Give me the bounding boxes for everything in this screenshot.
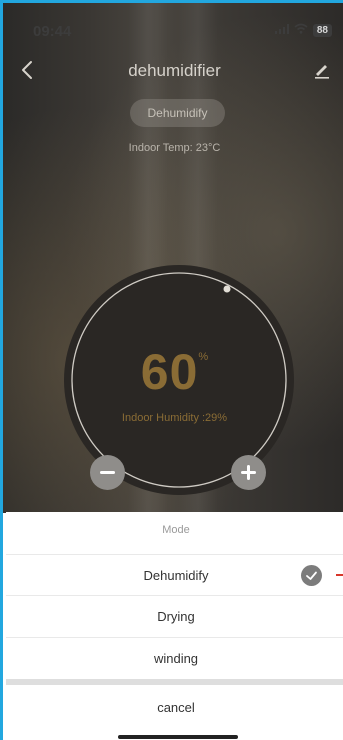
edit-pencil-icon[interactable] — [313, 61, 331, 79]
status-icons: 88 — [274, 23, 332, 37]
sheet-title: Mode — [162, 524, 190, 536]
app-frame: 09:44 88 dehumidifier Dehumidify Indoor … — [0, 0, 343, 740]
humidity-value: 60 — [140, 344, 199, 400]
cancel-button[interactable]: cancel — [6, 685, 343, 730]
mode-option-winding[interactable]: winding — [6, 637, 343, 679]
mode-option-label: winding — [153, 651, 199, 666]
indoor-humidity-label: Indoor Humidity :29% — [121, 412, 228, 424]
home-indicator[interactable] — [118, 735, 238, 739]
signal-icon — [274, 23, 289, 37]
mode-action-sheet: Mode Dehumidify Drying winding cancel — [6, 512, 343, 740]
indoor-temp-label: Indoor Temp: 23°C — [128, 142, 221, 154]
page-title: dehumidifier — [128, 61, 221, 80]
plus-button[interactable] — [231, 455, 266, 490]
minus-button[interactable] — [90, 455, 125, 490]
wifi-icon — [294, 23, 308, 37]
status-bar: 09:44 88 — [3, 3, 343, 43]
mode-option-dehumidify[interactable]: Dehumidify — [6, 554, 343, 596]
mode-pill-button[interactable]: Dehumidify — [130, 99, 225, 127]
status-time: 09:44 — [33, 23, 72, 40]
humidity-setpoint: 60% — [3, 343, 343, 401]
check-icon — [301, 565, 322, 586]
mode-option-drying[interactable]: Drying — [6, 595, 343, 637]
mode-option-label: Drying — [157, 609, 195, 624]
humidity-unit: % — [198, 351, 209, 363]
red-mark — [336, 574, 343, 576]
battery-icon: 88 — [312, 23, 332, 37]
mode-option-label: Dehumidify — [143, 568, 209, 583]
